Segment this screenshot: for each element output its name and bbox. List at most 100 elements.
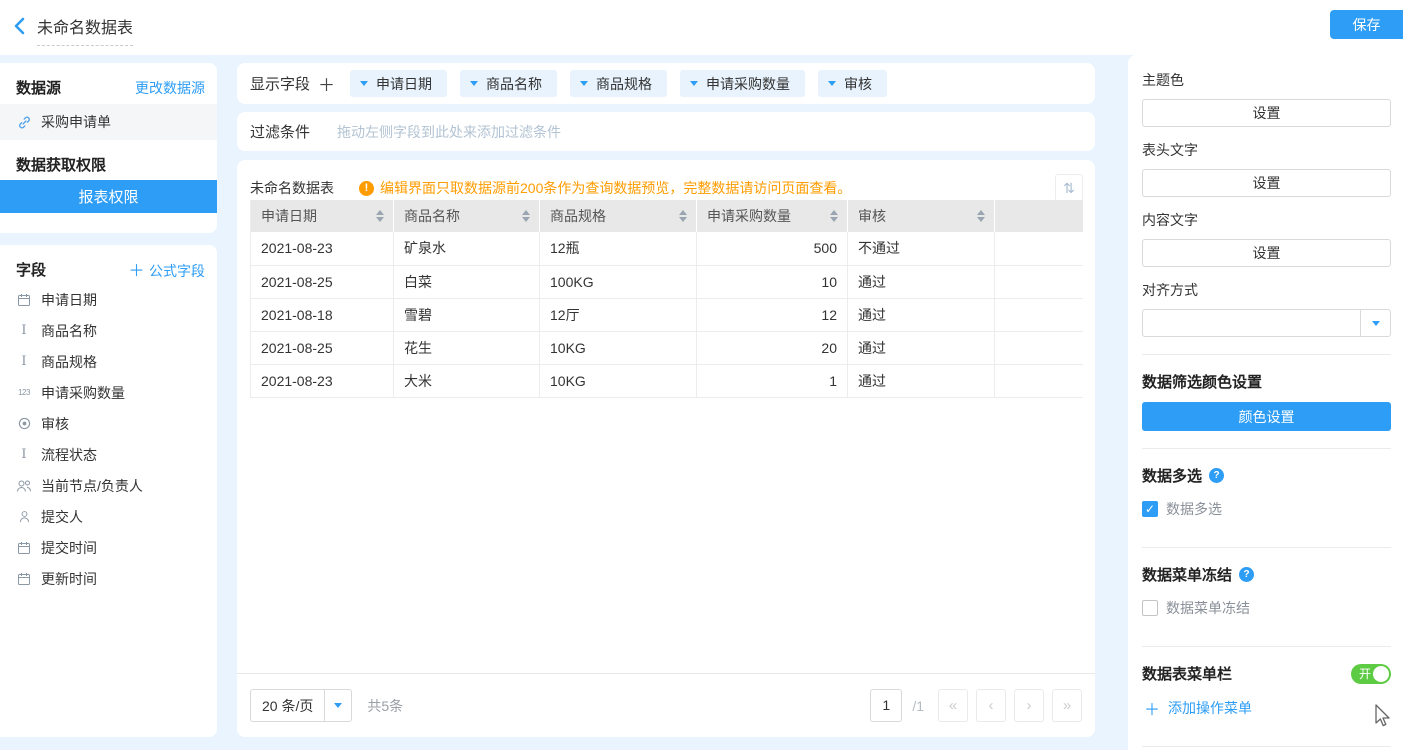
multi-select-checkbox[interactable]: ✓ [1142,501,1158,517]
display-fields-card: 显示字段 ＋ 申请日期 商品名称 商品规格 申请采购数量 审核 [237,63,1095,104]
field-label: 提交时间 [41,538,97,558]
menu-freeze-option: 数据菜单冻结 [1142,598,1391,618]
field-item[interactable]: 当前节点/负责人 [16,470,209,501]
next-page-icon: › [1027,697,1032,714]
chevron-left-icon [13,17,27,35]
save-button[interactable]: 保存 [1330,10,1403,39]
field-label: 商品名称 [41,321,97,341]
field-item[interactable]: 更新时间 [16,563,209,594]
add-formula-field-link[interactable]: ＋ 公式字段 [129,257,205,281]
back-button[interactable] [13,13,35,39]
datasource-item[interactable]: 采购申请单 [0,104,217,140]
table-cell [995,331,1084,364]
topbar: 未命名数据表 保存 [0,0,1403,55]
field-item[interactable]: 审核 [16,408,209,439]
field-item[interactable]: I流程状态 [16,439,209,470]
content-text-set-button[interactable]: 设置 [1142,239,1391,267]
table-card: 未命名数据表 ! 编辑界面只取数据源前200条作为查询数据预览，完整数据请访问页… [237,160,1095,737]
display-field-chip[interactable]: 审核 [818,70,887,97]
column-label: 审核 [858,208,886,224]
table-menu-toggle[interactable]: 开 [1351,664,1391,684]
help-icon[interactable]: ? [1209,468,1224,483]
divider [1142,354,1391,355]
total-count: 共5条 [367,696,403,716]
display-field-chip[interactable]: 申请日期 [350,70,447,97]
datasource-card: 数据源 更改数据源 采购申请单 数据获取权限 报表权限 [0,63,217,233]
first-page-button[interactable]: « [938,689,968,722]
warning-icon: ! [359,181,374,196]
table-row: 2021-08-18雪碧12厅12通过 [251,298,1084,331]
chip-label: 申请采购数量 [706,74,790,94]
sort-toggle[interactable] [679,210,687,222]
change-datasource-link[interactable]: 更改数据源 [135,78,205,98]
table-cell: 500 [697,232,848,265]
last-page-button[interactable]: » [1052,689,1082,722]
datasource-section-title: 数据源 [16,77,61,98]
table-row: 2021-08-25白菜100KG10通过 [251,265,1084,298]
display-fields-label: 显示字段 [250,73,310,94]
field-item[interactable]: I 商品名称 [16,315,209,346]
field-item[interactable]: 提交时间 [16,532,209,563]
chevron-down-icon [470,81,478,86]
chip-label: 审核 [844,74,872,94]
display-field-chip[interactable]: 商品规格 [570,70,667,97]
header-text-set-button[interactable]: 设置 [1142,169,1391,197]
add-display-field-button[interactable]: ＋ [318,71,335,96]
fields-card: 字段 ＋ 公式字段 申请日期 I 商品名称 I商品规格123申请采购数量审核I流程状态… [0,245,217,737]
next-page-button[interactable]: › [1014,689,1044,722]
filter-color-title: 数据筛选颜色设置 [1142,371,1391,392]
field-label: 当前节点/负责人 [41,476,143,496]
display-field-chip[interactable]: 商品名称 [460,70,557,97]
first-page-icon: « [949,697,957,714]
field-item[interactable]: 123申请采购数量 [16,377,209,408]
table-row: 2021-08-23矿泉水12瓶500不通过 [251,232,1084,265]
people-icon [16,479,32,493]
table-cell: 通过 [848,331,995,364]
add-action-menu-link[interactable]: ＋ 添加操作菜单 [1144,696,1391,720]
field-item[interactable]: 申请日期 [16,284,209,315]
page-number-input[interactable]: 1 [870,689,902,722]
chevron-down-icon [690,81,698,86]
sort-order-button[interactable]: ⇅ [1055,174,1083,202]
field-item[interactable]: I商品规格 [16,346,209,377]
warning-text: 编辑界面只取数据源前200条作为查询数据预览，完整数据请访问页面查看。 [380,178,851,198]
table-cell: 白菜 [394,265,540,298]
page-size-value: 20 条/页 [251,696,324,716]
table-cell: 12厅 [540,298,697,331]
field-item[interactable]: 提交人 [16,501,209,532]
text-icon: I [16,323,32,338]
sort-toggle[interactable] [830,210,838,222]
help-icon[interactable]: ? [1239,567,1254,582]
prev-page-button[interactable]: ‹ [976,689,1006,722]
fields-section-title: 字段 [16,259,46,280]
theme-color-set-button[interactable]: 设置 [1142,99,1391,127]
table-cell: 通过 [848,265,995,298]
chevron-down-icon [828,81,836,86]
table-cell: 通过 [848,298,995,331]
table-menu-title: 数据表菜单栏 [1142,663,1232,684]
calendar-icon [16,541,32,555]
table-cell [995,232,1084,265]
color-settings-button[interactable]: 颜色设置 [1142,402,1391,431]
table-cell: 花生 [394,331,540,364]
chevron-down-icon [1360,310,1390,336]
page-title[interactable]: 未命名数据表 [37,14,133,46]
column-header: 商品名称 [394,200,540,232]
menu-freeze-checkbox[interactable] [1142,600,1158,616]
column-header: 审核 [848,200,995,232]
sort-toggle[interactable] [522,210,530,222]
display-field-chip[interactable]: 申请采购数量 [680,70,805,97]
sort-toggle[interactable] [376,210,384,222]
report-permission-button[interactable]: 报表权限 [0,180,217,213]
field-label: 更新时间 [41,569,97,589]
filter-card: 过滤条件 拖动左侧字段到此处来添加过滤条件 [237,112,1095,151]
alignment-select[interactable] [1142,309,1391,337]
page-size-select[interactable]: 20 条/页 [250,689,352,722]
sort-toggle[interactable] [977,210,985,222]
number-icon: 123 [16,388,32,397]
chip-label: 商品名称 [486,74,542,94]
alignment-label: 对齐方式 [1142,280,1391,300]
table-cell: 矿泉水 [394,232,540,265]
column-header: 申请采购数量 [697,200,848,232]
filter-drop-area[interactable]: 拖动左侧字段到此处来添加过滤条件 [337,122,561,142]
